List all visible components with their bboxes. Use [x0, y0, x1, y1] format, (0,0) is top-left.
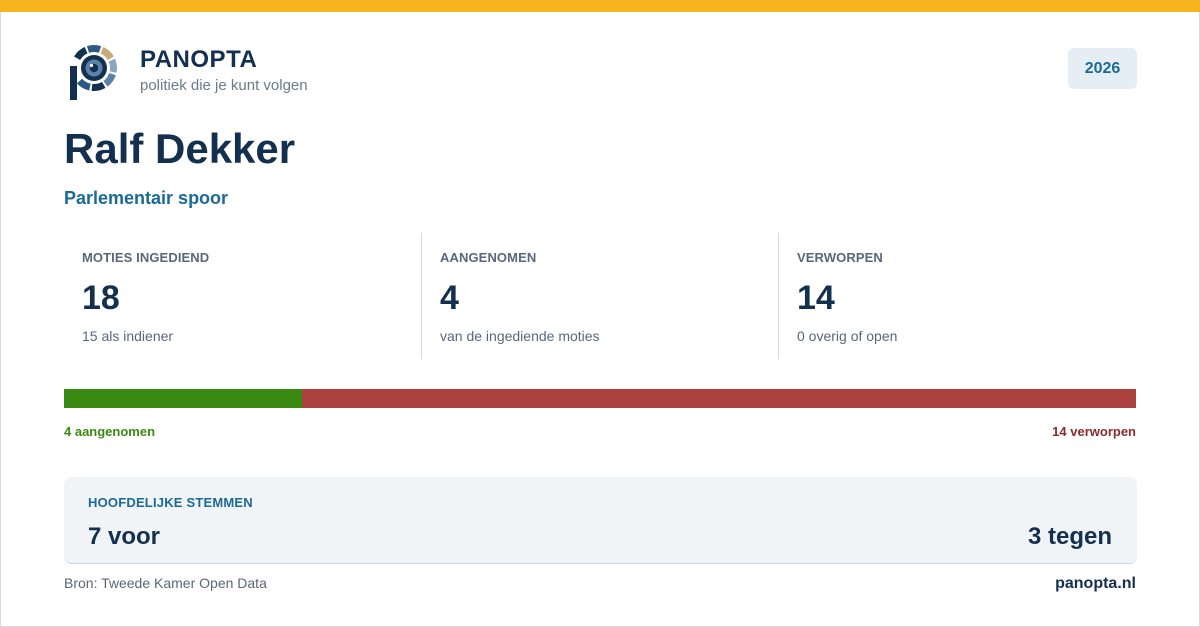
- stat-note: van de ingediende moties: [440, 328, 600, 344]
- rejected-label: 14 verworpen: [1052, 424, 1136, 439]
- top-accent-bar: [0, 0, 1200, 12]
- stat-value: 18: [82, 279, 120, 317]
- stat-value: 14: [797, 279, 835, 317]
- stat-label: MOTIES INGEDIEND: [82, 250, 210, 265]
- stat-rejected: VERWORPEN 14 0 overig of open: [778, 233, 1116, 359]
- logo-segment: [76, 78, 91, 91]
- stat-submitted: MOTIES INGEDIEND 18 15 als indiener: [64, 233, 402, 359]
- votes-for: 7 voor: [88, 523, 161, 550]
- stat-accepted: AANGENOMEN 4 van de ingediende moties: [421, 233, 759, 359]
- site-link[interactable]: panopta.nl: [1055, 575, 1136, 593]
- logo-segment: [74, 46, 88, 60]
- eye-icon: [70, 45, 117, 100]
- logo-segment: [100, 46, 114, 60]
- source-note: Bron: Tweede Kamer Open Data: [64, 575, 267, 591]
- logo-segment: [103, 72, 116, 87]
- stat-note: 0 overig of open: [797, 328, 898, 344]
- logo-segment: [108, 58, 117, 73]
- logo-segment: [91, 81, 106, 91]
- stat-value: 4: [440, 279, 459, 317]
- votes-against: 3 tegen: [1027, 523, 1112, 550]
- stat-label: AANGENOMEN: [440, 250, 537, 265]
- year-badge: 2026: [1068, 48, 1137, 89]
- brand-name: PANOPTA: [140, 46, 258, 73]
- person-name: Ralf Dekker: [64, 125, 296, 172]
- stat-note: 15 als indiener: [82, 328, 174, 344]
- stat-label: VERWORPEN: [797, 250, 883, 265]
- outcome-bar-accepted: [64, 389, 303, 408]
- outcome-bar: [64, 389, 1136, 408]
- votes-panel: HOOFDELIJKE STEMMEN 7 voor 3 tegen: [64, 477, 1137, 564]
- track-label: Parlementair spoor: [64, 188, 229, 208]
- accepted-label: 4 aangenomen: [64, 424, 156, 439]
- brand-tagline: politiek die je kunt volgen: [140, 77, 308, 94]
- logo-segment: [86, 45, 102, 53]
- votes-title: HOOFDELIJKE STEMMEN: [88, 495, 253, 510]
